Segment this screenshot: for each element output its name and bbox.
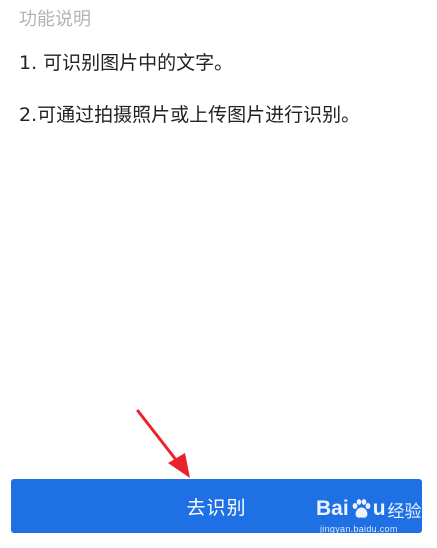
feature-description-line-1: 1. 可识别图片中的文字。 bbox=[19, 52, 234, 74]
start-recognition-button[interactable]: 去识别 bbox=[11, 479, 422, 533]
feature-description-line-2: 2.可通过拍摄照片或上传图片进行识别。 bbox=[19, 104, 361, 126]
red-arrow-annotation-icon bbox=[136, 409, 190, 478]
page: 功能说明 1. 可识别图片中的文字。 2.可通过拍摄照片或上传图片进行识别。 去… bbox=[0, 0, 437, 548]
feature-section-title: 功能说明 bbox=[19, 9, 91, 30]
